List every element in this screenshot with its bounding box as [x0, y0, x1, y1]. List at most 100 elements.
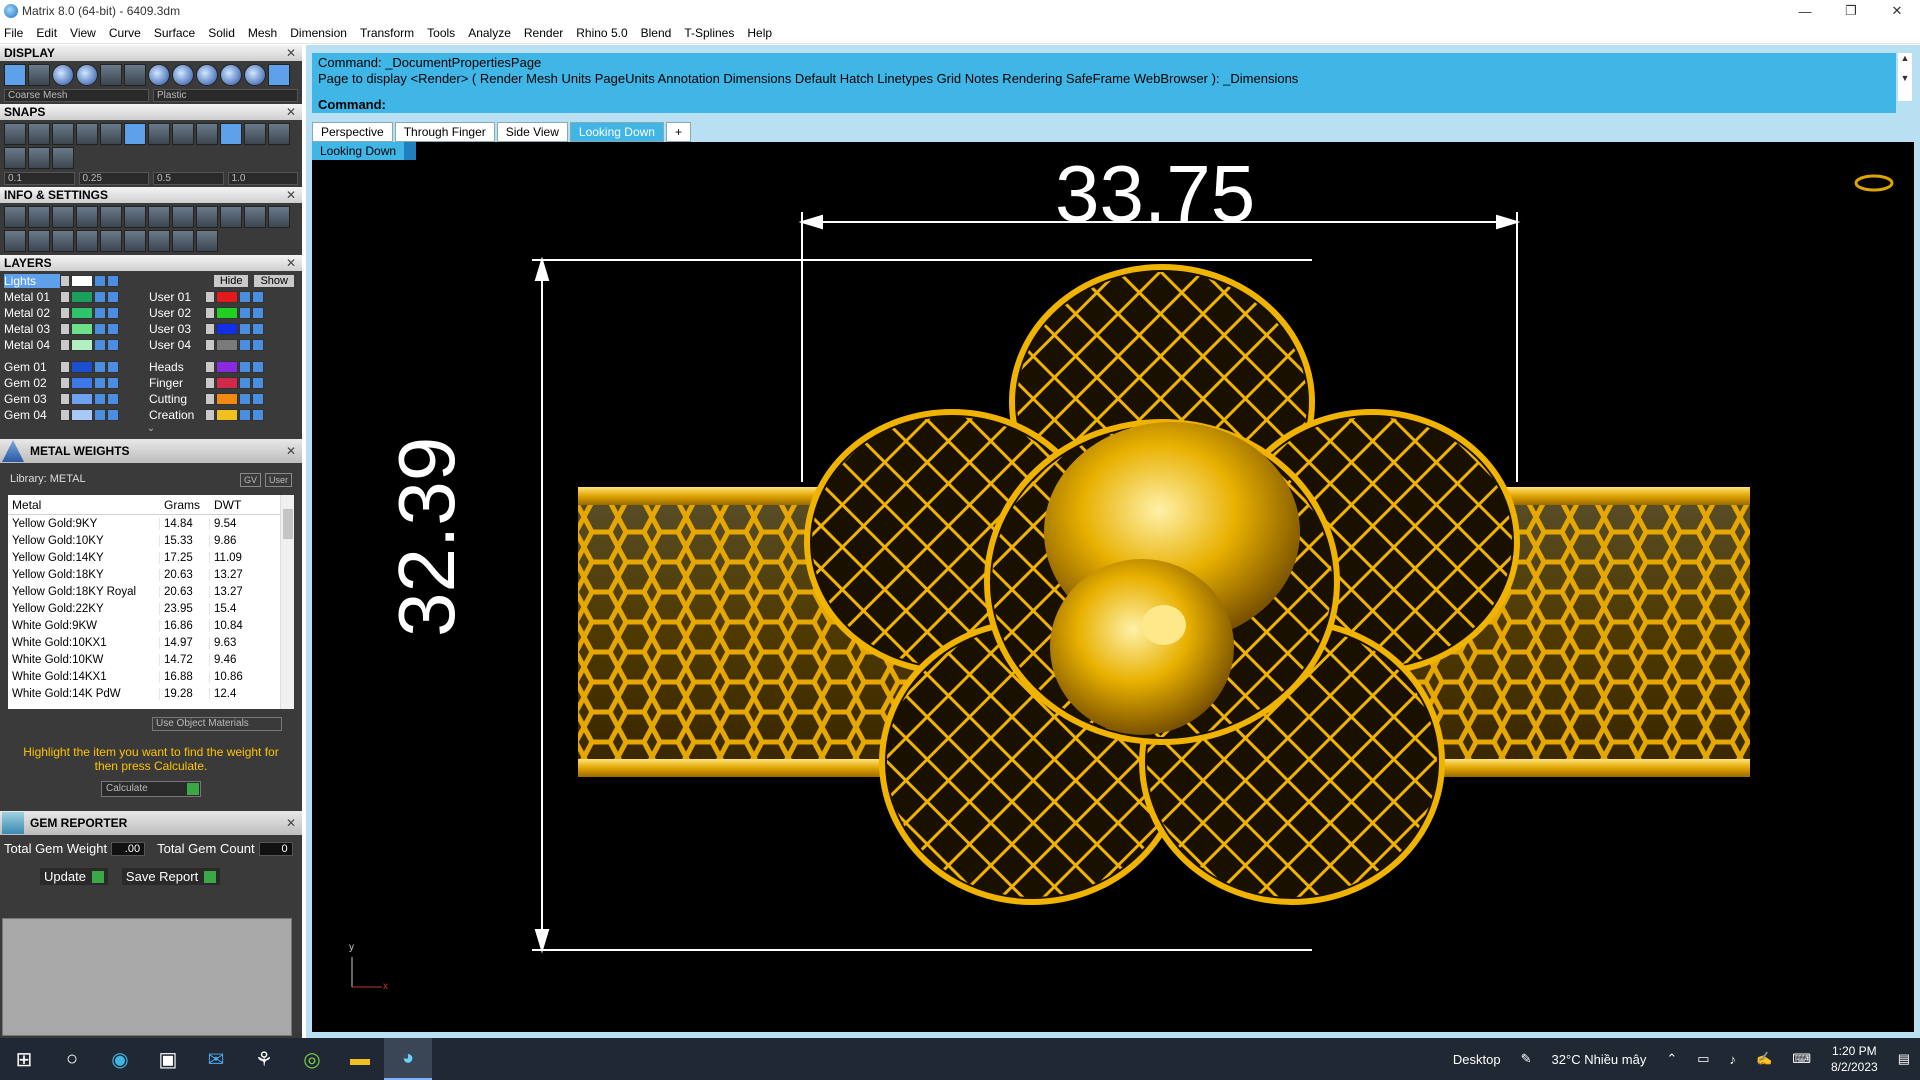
layer-visible[interactable] — [252, 409, 264, 421]
gv-toggle[interactable]: GV — [239, 473, 261, 487]
layer-visible[interactable] — [107, 339, 119, 351]
layer-lock[interactable] — [239, 323, 251, 335]
layer-color-swatch[interactable] — [71, 307, 93, 319]
layer-lock[interactable] — [239, 291, 251, 303]
layer-lock[interactable] — [239, 409, 251, 421]
layer-color-swatch[interactable] — [71, 323, 93, 335]
layer-color-swatch[interactable] — [71, 409, 93, 421]
restore-button[interactable]: ❐ — [1828, 0, 1874, 22]
layer-lights[interactable]: Lights — [4, 274, 60, 288]
layer-visible[interactable] — [107, 377, 119, 389]
layer-name[interactable]: Metal 04 — [4, 338, 60, 352]
layer-toggle[interactable] — [60, 377, 70, 389]
tab-through-finger[interactable]: Through Finger — [394, 122, 495, 142]
menu-curve[interactable]: Curve — [109, 26, 141, 40]
layer-visible[interactable] — [252, 377, 264, 389]
table-row[interactable]: White Gold:14KX1 16.88 10.86 — [8, 668, 294, 685]
grid-icon[interactable] — [268, 206, 290, 228]
settings-icon[interactable] — [4, 206, 26, 228]
table-row[interactable]: Yellow Gold:18KY Royal 20.63 13.27 — [8, 583, 294, 600]
layer-toggle[interactable] — [205, 409, 215, 421]
gear-icon[interactable] — [148, 230, 170, 252]
layer-visible[interactable] — [107, 409, 119, 421]
add-tab-icon[interactable]: + — [665, 122, 691, 142]
table-row[interactable]: White Gold:9KW 16.86 10.84 — [8, 617, 294, 634]
scroll-thumb[interactable] — [283, 509, 293, 539]
render-sphere-icon[interactable] — [52, 64, 74, 86]
layer-color-swatch[interactable] — [71, 275, 93, 287]
show-button[interactable]: Show — [254, 275, 294, 287]
scissors-icon[interactable] — [100, 230, 122, 252]
layer-name[interactable]: User 03 — [149, 322, 205, 336]
layer-visible[interactable] — [107, 275, 119, 287]
layer-name[interactable]: Heads — [149, 360, 205, 374]
layer-lock[interactable] — [94, 393, 106, 405]
layer-visible[interactable] — [252, 393, 264, 405]
save-report-button[interactable]: Save Report — [121, 868, 221, 885]
edge-browser-icon[interactable]: ◉ — [96, 1038, 144, 1080]
layer-toggle[interactable] — [205, 339, 215, 351]
layer-lock[interactable] — [94, 409, 106, 421]
volume-icon[interactable]: ♪ — [1730, 1052, 1737, 1067]
ring-icon[interactable] — [1854, 174, 1894, 192]
material-sphere-icon[interactable] — [196, 64, 218, 86]
column-header[interactable]: Grams — [160, 498, 210, 512]
layer-lock[interactable] — [94, 291, 106, 303]
table-row[interactable]: Yellow Gold:22KY 23.95 15.4 — [8, 600, 294, 617]
layers-icon[interactable] — [76, 206, 98, 228]
close-button[interactable]: ✕ — [1874, 0, 1920, 22]
network-icon[interactable]: ▭ — [1697, 1051, 1709, 1067]
calculate-button[interactable]: Calculate — [101, 781, 201, 797]
snap-ortho-icon[interactable] — [244, 123, 266, 145]
layer-lock[interactable] — [94, 361, 106, 373]
menu-analyze[interactable]: Analyze — [468, 26, 511, 40]
column-header[interactable]: DWT — [210, 498, 272, 512]
layer-toggle[interactable] — [205, 377, 215, 389]
menu-rhino5[interactable]: Rhino 5.0 — [576, 26, 627, 40]
pen-ink-icon[interactable]: ✍ — [1756, 1051, 1772, 1067]
layer-toggle[interactable] — [60, 393, 70, 405]
layer-toggle[interactable] — [205, 361, 215, 373]
use-object-materials-button[interactable]: Use Object Materials — [152, 717, 282, 731]
tools-icon[interactable] — [172, 206, 194, 228]
chat-icon[interactable]: ◎ — [288, 1038, 336, 1080]
layer-name[interactable]: Gem 02 — [4, 376, 60, 390]
layer-toggle[interactable] — [60, 323, 70, 335]
layer-visible[interactable] — [252, 323, 264, 335]
printer-icon[interactable] — [52, 206, 74, 228]
desktop-toolbar[interactable]: Desktop — [1453, 1052, 1501, 1067]
snap-value[interactable]: 0.25 — [78, 172, 149, 185]
material-sphere-icon[interactable] — [172, 64, 194, 86]
layer-color-swatch[interactable] — [216, 409, 238, 421]
table-row[interactable]: Yellow Gold:14KY 17.25 11.09 — [8, 549, 294, 566]
info-icon[interactable] — [268, 64, 290, 86]
layer-visible[interactable] — [107, 393, 119, 405]
layer-lock[interactable] — [239, 307, 251, 319]
snap-cen-icon[interactable] — [100, 123, 122, 145]
layer-toggle[interactable] — [205, 307, 215, 319]
viewport-looking-down[interactable]: Looking Down 33.75 32.39 y x — [312, 142, 1914, 1032]
snap-perp-icon[interactable] — [148, 123, 170, 145]
menu-tools[interactable]: Tools — [427, 26, 455, 40]
select-icon[interactable] — [196, 206, 218, 228]
column-header[interactable]: Metal — [8, 498, 160, 512]
render-sphere-icon[interactable] — [76, 64, 98, 86]
layer-toggle[interactable] — [205, 291, 215, 303]
layer-visible[interactable] — [252, 307, 264, 319]
snap-quad-icon[interactable] — [196, 123, 218, 145]
layer-color-swatch[interactable] — [216, 361, 238, 373]
layer-color-swatch[interactable] — [216, 377, 238, 389]
display-mode-icon[interactable] — [100, 64, 122, 86]
tab-perspective[interactable]: Perspective — [312, 122, 393, 142]
menu-solid[interactable]: Solid — [208, 26, 235, 40]
layer-name[interactable]: Metal 03 — [4, 322, 60, 336]
material-select[interactable]: Plastic — [153, 89, 298, 102]
minimize-button[interactable]: — — [1782, 0, 1828, 22]
layer-lock[interactable] — [239, 377, 251, 389]
layer-visible[interactable] — [252, 291, 264, 303]
menu-blend[interactable]: Blend — [641, 26, 672, 40]
hide-button[interactable]: Hide — [213, 275, 249, 287]
pencil-icon[interactable] — [124, 206, 146, 228]
table-row[interactable]: White Gold:14K PdW 19.28 12.4 — [8, 685, 294, 702]
weather-widget[interactable]: 32°C Nhiều mây — [1552, 1052, 1647, 1067]
